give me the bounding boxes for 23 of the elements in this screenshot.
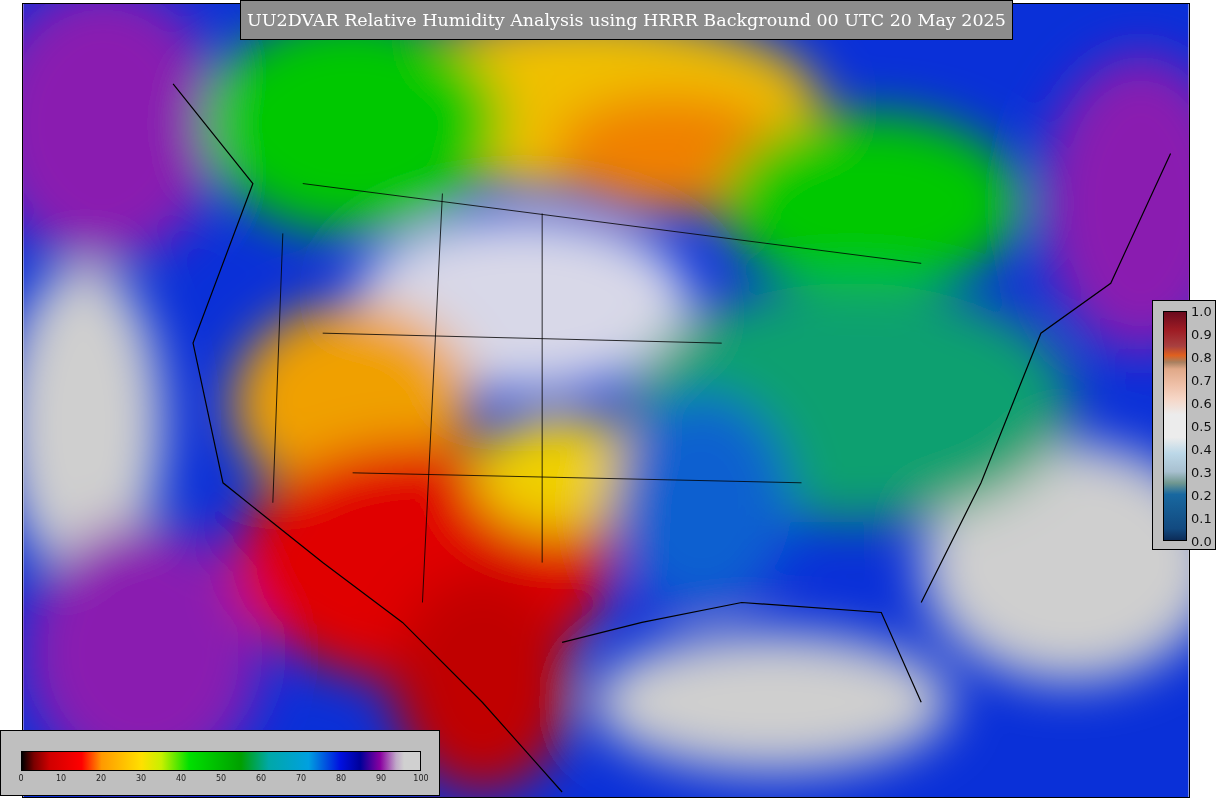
colorbar-tick-label: 90 <box>375 775 387 783</box>
colorbar-tick-label: 0 <box>18 775 24 783</box>
colorbar-tick-label: 0.5 <box>1191 419 1212 433</box>
colorbar-tick-label: 50 <box>215 775 227 783</box>
colorbar-tick-label: 0.3 <box>1191 465 1212 479</box>
colorbar-tick-label: 0.7 <box>1191 373 1212 387</box>
colorbar-tick-label: 40 <box>175 775 187 783</box>
colorbar-tick-label: 0.2 <box>1191 488 1212 502</box>
colorbar-tick-label: 80 <box>335 775 347 783</box>
colorbar-tick-label: 0.0 <box>1191 534 1212 548</box>
colorbar-tick-label: 0.4 <box>1191 442 1212 456</box>
colorbar-tick-label: 0.8 <box>1191 350 1212 364</box>
colorbar-tick-label: 20 <box>95 775 107 783</box>
colorbar-tick-label: 0.9 <box>1191 327 1212 341</box>
colorbar-tick-label: 1.0 <box>1191 304 1212 318</box>
map-title: UU2DVAR Relative Humidity Analysis using HRRR Background 00 UTC 20 May 2025 <box>240 0 1013 40</box>
colorbar-tick-label: 0.1 <box>1191 511 1212 525</box>
colorbar-tick-label: 30 <box>135 775 147 783</box>
colorbar-tick-label: 70 <box>295 775 307 783</box>
colorbar-tick-label: 10 <box>55 775 67 783</box>
colorbar-tick-label: 60 <box>255 775 267 783</box>
colorbar-tick-label: 100 <box>413 775 429 783</box>
colorbar-tick-label: 0.6 <box>1191 396 1212 410</box>
